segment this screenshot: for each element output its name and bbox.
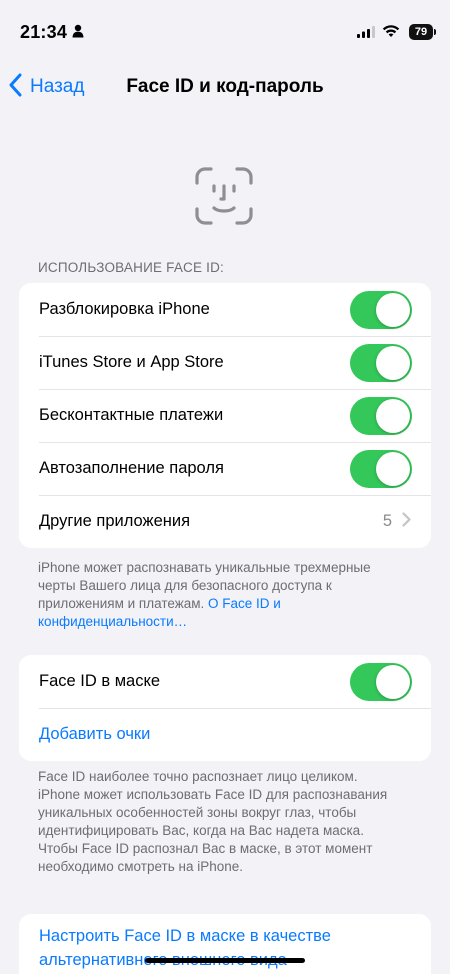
signal-icon: [357, 25, 375, 43]
add-glasses-button[interactable]: Добавить очки: [19, 708, 431, 761]
toggle-knob: [376, 292, 410, 327]
toggle-itunes-app-store[interactable]: [350, 343, 412, 382]
row-label: Другие приложения: [39, 512, 191, 530]
footer-text: iPhone может распознавать уникальные тре…: [38, 560, 371, 611]
row-label: Разблокировка iPhone: [39, 300, 210, 318]
chevron-right-icon: [402, 511, 411, 532]
nav-bar: Назад Face ID и код-пароль: [0, 64, 450, 112]
row-label: Face ID в маске: [39, 672, 161, 690]
status-bar: 21:34 79: [0, 0, 450, 64]
row-label: Бесконтактные платежи: [39, 406, 224, 424]
row-itunes-app-store: iTunes Store и App Store: [19, 336, 431, 389]
toggle-knob: [376, 345, 410, 380]
home-indicator: [145, 958, 305, 963]
status-time: 21:34: [20, 22, 68, 42]
setup-alt-appearance-link[interactable]: Настроить Face ID в маске в качестве аль…: [19, 914, 431, 974]
alt-appearance-group: Настроить Face ID в маске в качестве аль…: [19, 914, 431, 974]
add-glasses-label: Добавить очки: [39, 725, 151, 743]
person-icon: [72, 24, 84, 43]
row-contactless-payments: Бесконтактные платежи: [19, 389, 431, 442]
row-face-id-mask: Face ID в маске: [19, 655, 431, 708]
toggle-knob: [376, 398, 410, 433]
battery-icon: 79: [409, 24, 436, 40]
row-unlock-iphone: Разблокировка iPhone: [19, 283, 431, 336]
page-title: Face ID и код-пароль: [126, 76, 324, 97]
toggle-password-autofill[interactable]: [350, 449, 412, 488]
face-id-icon: [194, 166, 254, 231]
row-label: Автозаполнение пароля: [39, 459, 224, 477]
face-id-usage-group: Разблокировка iPhone iTunes Store и App …: [19, 283, 431, 548]
section-footer-mask: Face ID наиболее точно распознает лицо ц…: [38, 769, 388, 874]
row-other-apps[interactable]: Другие приложения 5: [19, 495, 431, 548]
wifi-icon: [382, 24, 400, 43]
face-id-mask-group: Face ID в маске Добавить очки: [19, 655, 431, 761]
other-apps-count: 5: [382, 512, 392, 530]
toggle-contactless-payments[interactable]: [350, 396, 412, 435]
section-header-usage: ИСПОЛЬЗОВАНИЕ FACE ID:: [38, 260, 225, 275]
toggle-unlock-iphone[interactable]: [350, 290, 412, 329]
row-password-autofill: Автозаполнение пароля: [19, 442, 431, 495]
section-footer-usage: iPhone может распознавать уникальные тре…: [38, 559, 398, 631]
toggle-knob: [376, 664, 410, 699]
toggle-face-id-mask[interactable]: [350, 662, 412, 701]
toggle-knob: [376, 451, 410, 486]
row-label: iTunes Store и App Store: [39, 353, 224, 371]
